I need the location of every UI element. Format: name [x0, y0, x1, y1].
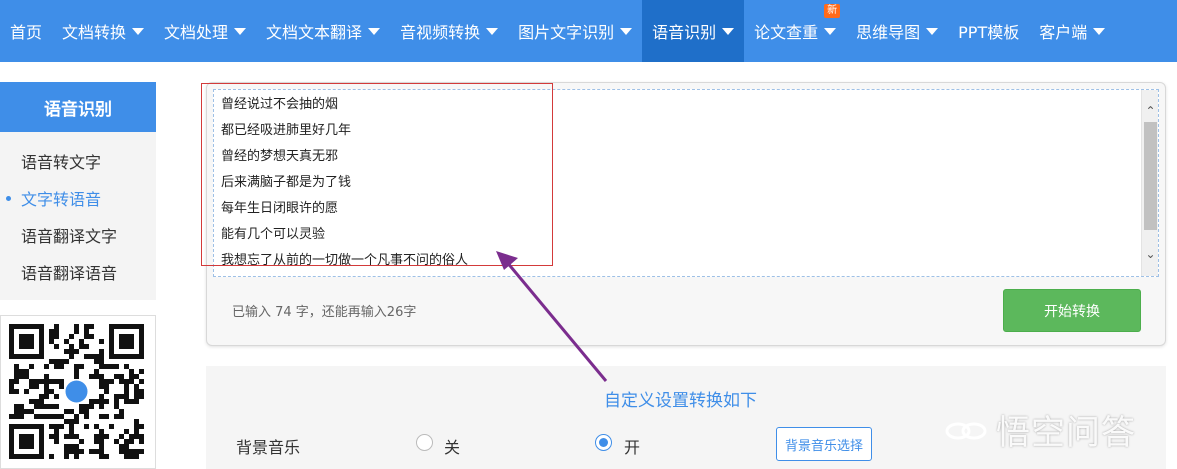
nav-label: 论文查重	[754, 23, 819, 42]
bg-music-off-radio[interactable]	[416, 434, 433, 451]
bg-music-select-button[interactable]: 背景音乐选择	[776, 427, 872, 461]
new-badge: 新	[824, 4, 841, 18]
caret-down-icon	[620, 27, 633, 35]
caret-down-icon	[132, 27, 145, 35]
watermark-text: 悟空问答	[996, 413, 1136, 453]
character-counter: 已输入 74 字，还能再输入26字	[232, 305, 417, 320]
nav-label: 客户端	[1039, 23, 1088, 42]
sidebar-item-speech-translate-speech[interactable]: 语音翻译语音	[0, 253, 156, 290]
caret-down-icon	[1093, 27, 1106, 35]
caret-down-icon	[234, 27, 247, 35]
text-line: 曾经说过不会抽的烟	[221, 97, 339, 112]
start-convert-button[interactable]: 开始转换	[1003, 289, 1141, 332]
nav-client[interactable]: 客户端	[1029, 0, 1115, 62]
text-input-area[interactable]: 曾经说过不会抽的烟 都已经吸进肺里好几年 曾经的梦想天真无邪 后来满脑子都是为了…	[213, 89, 1159, 277]
qr-code	[0, 315, 156, 469]
bg-music-on-label: 开	[624, 438, 641, 457]
bg-music-off-label: 关	[444, 438, 461, 457]
nav-ocr[interactable]: 图片文字识别	[508, 0, 642, 62]
nav-label: 文档转换	[62, 23, 127, 42]
nav-doc-convert[interactable]: 文档转换	[52, 0, 154, 62]
caret-down-icon	[722, 27, 735, 35]
nav-label: 文档处理	[164, 23, 229, 42]
nav-plagiarism-check[interactable]: 论文查重新	[744, 0, 846, 62]
nav-mindmap[interactable]: 思维导图	[846, 0, 948, 62]
bg-music-label: 背景音乐	[236, 438, 301, 457]
text-input-panel: 曾经说过不会抽的烟 都已经吸进肺里好几年 曾经的梦想天真无邪 后来满脑子都是为了…	[206, 82, 1166, 346]
text-line: 我想忘了从前的一切做一个凡事不问的俗人	[221, 253, 469, 268]
caret-down-icon	[824, 27, 837, 35]
nav-ppt-templates[interactable]: PPT模板	[948, 0, 1029, 62]
nav-label: 首页	[10, 23, 43, 42]
nav-doc-translate[interactable]: 文档文本翻译	[256, 0, 390, 62]
caret-down-icon	[926, 27, 939, 35]
nav-doc-process[interactable]: 文档处理	[154, 0, 256, 62]
top-nav: 首页 文档转换 文档处理 文档文本翻译 音视频转换 图片文字识别 语音识别 论文…	[0, 0, 1177, 62]
text-line: 能有几个可以灵验	[221, 227, 326, 242]
nav-label: 图片文字识别	[518, 23, 615, 42]
text-line: 都已经吸进肺里好几年	[221, 123, 352, 138]
watermark: 悟空问答	[944, 405, 1136, 454]
chevron-up-icon[interactable]: ⌃	[1142, 102, 1159, 119]
textarea-scrollbar[interactable]: ⌃ ⌄	[1141, 90, 1158, 276]
nav-label: 音视频转换	[400, 23, 481, 42]
sidebar-title: 语音识别	[0, 82, 156, 132]
bg-music-on-radio[interactable]	[595, 434, 612, 451]
nav-av-convert[interactable]: 音视频转换	[390, 0, 508, 62]
caret-down-icon	[368, 27, 381, 35]
nav-label: PPT模板	[958, 23, 1020, 42]
nav-label: 语音识别	[652, 23, 717, 42]
caret-down-icon	[486, 27, 499, 35]
text-line: 曾经的梦想天真无邪	[221, 149, 339, 164]
nav-label: 思维导图	[856, 23, 921, 42]
text-line: 每年生日闭眼许的愿	[221, 201, 339, 216]
settings-title: 自定义设置转换如下	[604, 391, 757, 411]
sidebar-item-speech-translate-text[interactable]: 语音翻译文字	[0, 216, 156, 253]
sidebar-list: 语音转文字 文字转语音 语音翻译文字 语音翻译语音	[0, 132, 156, 300]
nav-speech-recognition[interactable]: 语音识别	[642, 0, 745, 62]
qr-code-image	[9, 324, 144, 459]
text-line: 后来满脑子都是为了钱	[221, 175, 352, 190]
sidebar-item-text-to-speech[interactable]: 文字转语音	[0, 179, 156, 216]
nav-home[interactable]: 首页	[0, 0, 52, 62]
wukong-logo-icon	[945, 422, 987, 439]
chevron-down-icon[interactable]: ⌄	[1142, 245, 1159, 262]
sidebar-item-speech-to-text[interactable]: 语音转文字	[0, 142, 156, 179]
nav-label: 文档文本翻译	[266, 23, 363, 42]
scrollbar-thumb[interactable]	[1144, 122, 1157, 230]
